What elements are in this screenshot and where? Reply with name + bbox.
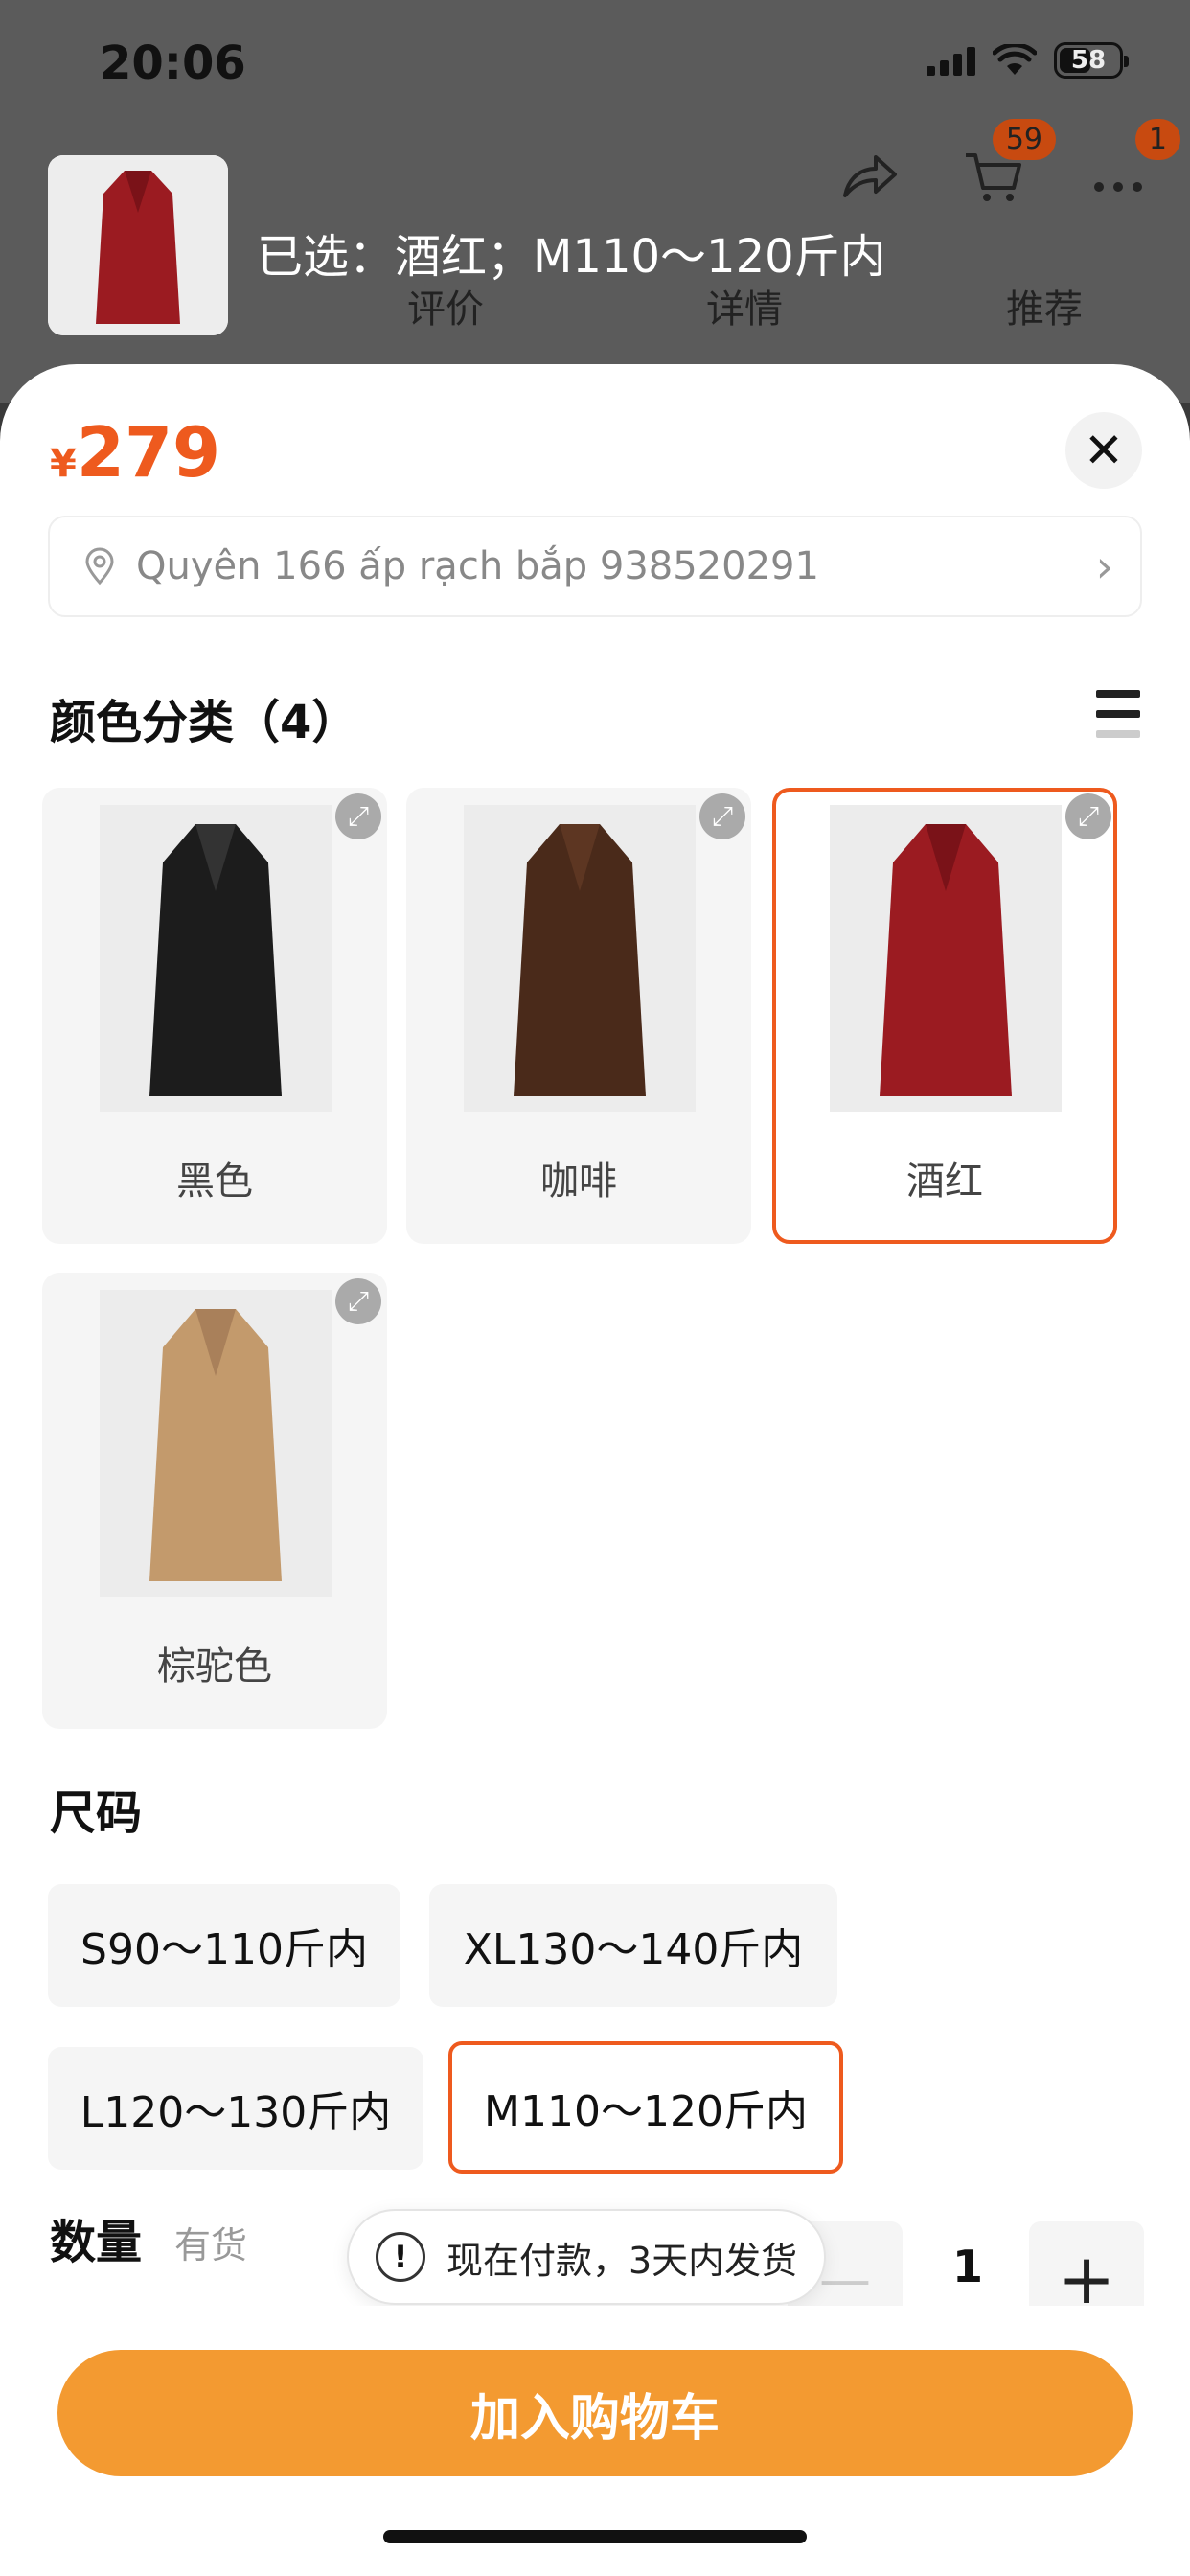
tab-recommend[interactable]: 推荐 xyxy=(1006,278,1083,334)
color-option-coffee[interactable]: ⤢ 咖啡 xyxy=(406,788,751,1244)
share-icon[interactable] xyxy=(835,144,903,211)
expand-icon[interactable]: ⤢ xyxy=(335,794,381,840)
shipping-address-text: Quyên 166 ấp rạch bắp 938520291 xyxy=(136,544,819,588)
cart-badge: 59 xyxy=(992,119,1056,160)
color-option-image xyxy=(464,805,696,1112)
size-option-xl[interactable]: XL130～140斤内 xyxy=(429,1884,837,2007)
more-icon[interactable]: 1 xyxy=(1085,119,1180,211)
nav-actions: 59 1 xyxy=(835,119,1180,211)
color-option-label: 酒红 xyxy=(906,1160,983,1204)
color-section-title: 颜色分类（4） xyxy=(50,696,358,749)
shipping-tooltip-text: 现在付款，3天内发货 xyxy=(446,2239,798,2282)
size-section-title: 尺码 xyxy=(50,1786,143,1840)
expand-icon[interactable]: ⤢ xyxy=(1065,794,1111,840)
price-value: 279 xyxy=(76,412,221,493)
shipping-address-row[interactable]: Quyên 166 ấp rạch bắp 938520291 › xyxy=(48,516,1142,617)
background-page: 20:06 58 59 1 评价 详情 推荐 已选：酒红；M110～120斤内 xyxy=(0,0,1190,402)
battery-icon: 58 xyxy=(1054,42,1129,79)
price: ¥279 xyxy=(50,412,220,493)
currency-symbol: ¥ xyxy=(50,442,77,486)
tab-details[interactable]: 详情 xyxy=(706,278,783,334)
tab-reviews[interactable]: 评价 xyxy=(407,278,484,334)
color-option-black[interactable]: ⤢ 黑色 xyxy=(42,788,387,1244)
expand-icon[interactable]: ⤢ xyxy=(699,794,745,840)
battery-level: 58 xyxy=(1070,46,1107,75)
color-option-label: 黑色 xyxy=(176,1160,253,1204)
size-option-l[interactable]: L120～130斤内 xyxy=(48,2047,423,2170)
size-option-m[interactable]: M110～120斤内 xyxy=(448,2041,843,2174)
quantity-label: 数量 xyxy=(50,2216,143,2269)
stock-status: 有货 xyxy=(174,2224,248,2266)
selected-variant-summary: 已选：酒红；M110～120斤内 xyxy=(257,230,886,284)
shipping-tooltip: ! 现在付款，3天内发货 xyxy=(347,2209,827,2305)
close-icon: ✕ xyxy=(1084,423,1124,478)
more-badge: 1 xyxy=(1134,119,1180,160)
status-icons: 58 xyxy=(927,42,1129,79)
color-option-image xyxy=(100,1290,332,1597)
color-option-camel[interactable]: ⤢ 棕驼色 xyxy=(42,1273,387,1729)
close-button[interactable]: ✕ xyxy=(1065,412,1142,489)
cart-icon[interactable]: 59 xyxy=(960,119,1056,211)
color-option-image xyxy=(830,805,1062,1112)
signal-icon xyxy=(927,45,975,76)
selected-variant-thumbnail xyxy=(48,155,228,335)
wifi-icon xyxy=(993,44,1037,75)
list-view-toggle-icon[interactable] xyxy=(1096,690,1140,738)
minus-icon: — xyxy=(819,2248,871,2310)
color-option-label: 棕驼色 xyxy=(157,1644,272,1689)
size-option-s[interactable]: S90～110斤内 xyxy=(48,1884,400,2007)
home-indicator xyxy=(383,2530,807,2543)
color-option-label: 咖啡 xyxy=(540,1160,617,1204)
color-option-wine-red[interactable]: ⤢ 酒红 xyxy=(772,788,1117,1244)
color-option-image xyxy=(100,805,332,1112)
status-time: 20:06 xyxy=(100,36,246,90)
sku-selector-sheet: ¥279 ✕ Quyên 166 ấp rạch bắp 938520291 ›… xyxy=(0,364,1190,2576)
add-to-cart-button[interactable]: 加入购物车 xyxy=(57,2350,1133,2476)
exclamation-icon: ! xyxy=(376,2232,425,2282)
quantity-value[interactable]: 1 xyxy=(929,2241,1006,2292)
location-pin-icon xyxy=(85,547,114,586)
status-bar: 20:06 58 xyxy=(0,0,1190,134)
expand-icon[interactable]: ⤢ xyxy=(335,1278,381,1324)
chevron-right-icon: › xyxy=(1095,540,1113,592)
